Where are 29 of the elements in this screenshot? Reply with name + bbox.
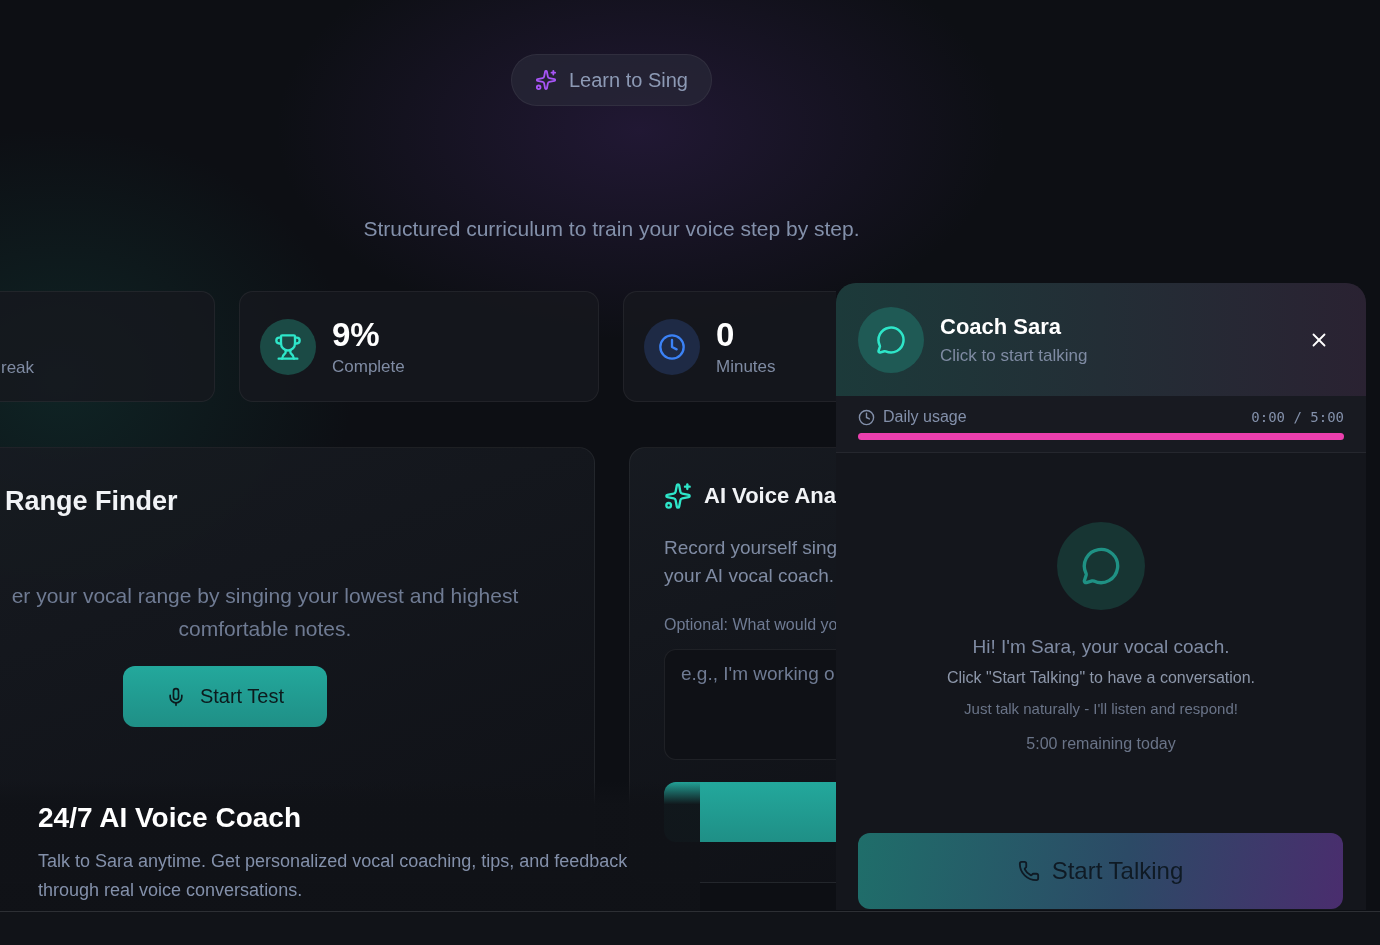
sparkle-icon [664, 482, 692, 510]
usage-label: Daily usage [883, 408, 968, 426]
usage-reading: 0:00 / 5:00 [1251, 409, 1344, 425]
coach-name: Coach Sara [940, 313, 1062, 340]
page-subtitle: Structured curriculum to train your voice step by step. [363, 216, 860, 242]
card-title: Range Finder [5, 485, 178, 518]
card-title: AI Voice Ana [704, 483, 837, 509]
promo-title: 24/7 AI Voice Coach [38, 801, 302, 835]
stat-label: Minutes [716, 356, 776, 377]
stat-label: Complete [332, 356, 405, 377]
section-badge: Learn to Sing [511, 54, 712, 106]
instruction-text: Just talk naturally - I'll listen and respond! [964, 700, 1238, 717]
feedback-field[interactable]: e.g., I'm working o [664, 649, 838, 760]
coach-status: Click to start talking [940, 345, 1088, 366]
stat-value: 9% [332, 316, 381, 353]
promo-description: Talk to Sara anytime. Get personalized vocal coaching, tips, and feedback through real voice conversations. [38, 850, 629, 902]
card-description: your AI vocal coach. [664, 564, 836, 588]
card-description: er your vocal range by singing your lowest and highest comfortable notes. [10, 583, 520, 642]
stat-label: reak [1, 358, 35, 378]
start-test-button[interactable]: Start Test [123, 666, 327, 727]
remaining-time: 5:00 remaining today [1026, 735, 1176, 753]
instruction-text: Click "Start Talking" to have a conversation. [946, 669, 1256, 687]
clock-icon [858, 408, 875, 426]
greeting-text: Hi! I'm Sara, your vocal coach. [972, 636, 1230, 658]
stat-value: 0 [716, 316, 736, 353]
phone-icon [1017, 860, 1040, 882]
action-button[interactable] [664, 782, 838, 842]
card-description: Record yourself sing [664, 536, 837, 560]
sparkle-icon [535, 69, 557, 91]
